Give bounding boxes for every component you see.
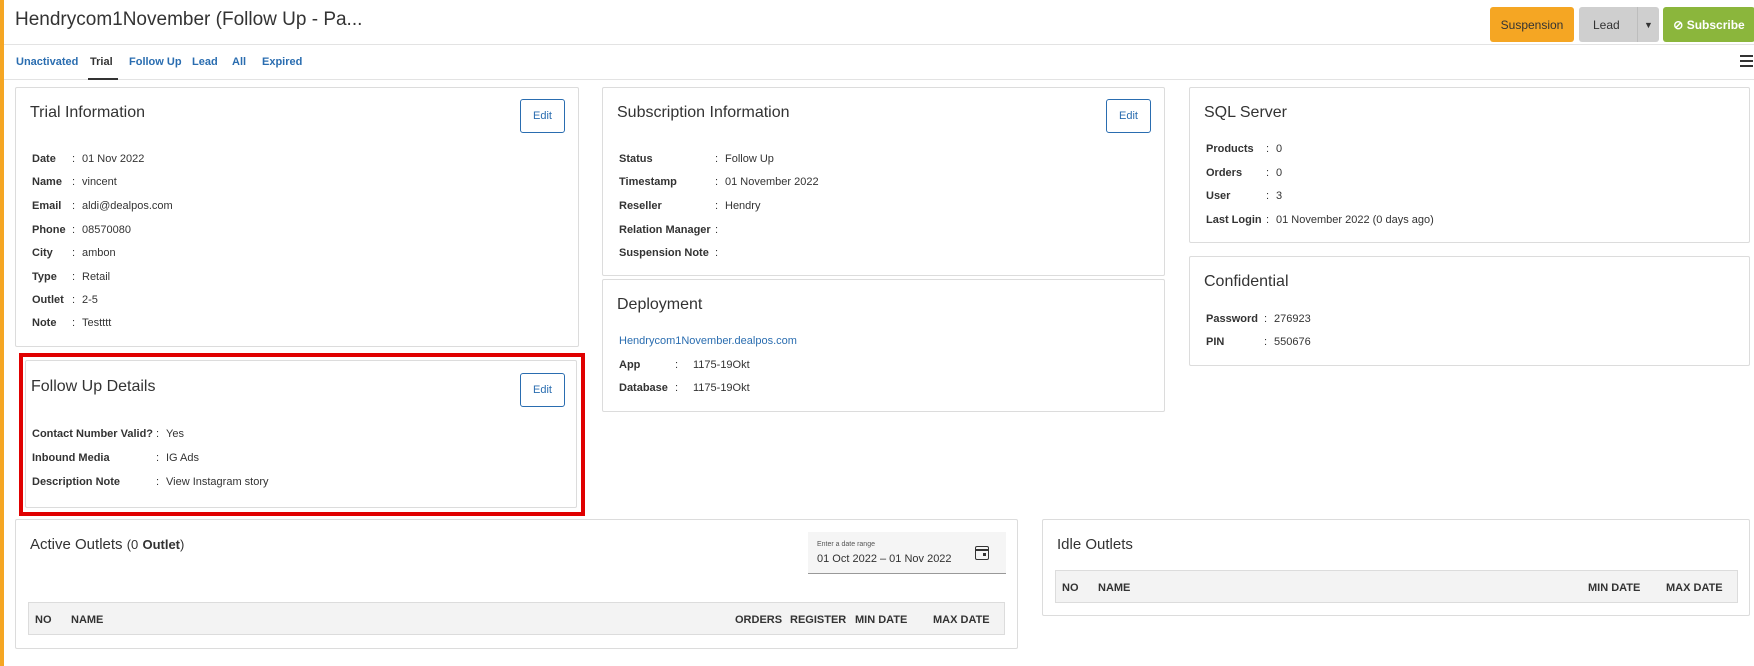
- subscribe-label: Subscribe: [1686, 17, 1745, 32]
- column-header[interactable]: REGISTER: [790, 614, 846, 626]
- trial-edit-button[interactable]: Edit: [520, 99, 565, 133]
- info-row: Products:0: [1206, 143, 1283, 155]
- date-range-picker[interactable]: Enter a date range 01 Oct 2022 – 01 Nov …: [808, 532, 1006, 574]
- info-row: Orders:0: [1206, 167, 1283, 179]
- check-circle-icon: ⊘: [1673, 17, 1684, 32]
- sql-server-title: SQL Server: [1204, 104, 1287, 121]
- idle-outlets-table-header: NO NAME MIN DATE MAX DATE: [1055, 570, 1738, 603]
- lead-dropdown-toggle[interactable]: ▼: [1637, 7, 1659, 42]
- info-row: Date:01 Nov 2022: [32, 153, 145, 165]
- column-header[interactable]: MAX DATE: [1666, 582, 1723, 594]
- active-outlets-table-header: NO NAME ORDERS REGISTER MIN DATE MAX DAT…: [28, 602, 1005, 635]
- column-header[interactable]: NAME: [1098, 582, 1130, 594]
- info-row: Suspension Note:: [619, 247, 719, 259]
- info-row: Type: Retail: [32, 271, 111, 283]
- suspension-button[interactable]: Suspension: [1490, 7, 1574, 42]
- info-row: Phone:08570080: [32, 224, 131, 236]
- active-outlets-title: Active Outlets (0 Outlet): [30, 536, 185, 553]
- trial-information-card: Trial Information Edit Date:01 Nov 2022 …: [15, 87, 579, 347]
- confidential-title: Confidential: [1204, 273, 1289, 290]
- deployment-card: Deployment Hendrycom1November.dealpos.co…: [602, 279, 1165, 412]
- tab-follow-up[interactable]: Follow Up: [129, 56, 182, 68]
- info-row: PIN:550676: [1206, 336, 1311, 348]
- tab-all[interactable]: All: [232, 56, 246, 68]
- confidential-card: Confidential Password:276923 PIN:550676: [1189, 256, 1750, 366]
- info-row: App:1175-19Okt: [619, 359, 750, 371]
- column-header[interactable]: NAME: [71, 614, 103, 626]
- subscription-information-title: Subscription Information: [617, 104, 790, 121]
- column-header[interactable]: MIN DATE: [855, 614, 907, 626]
- column-header[interactable]: NO: [1062, 582, 1079, 594]
- left-accent-bar: [0, 0, 4, 666]
- column-header[interactable]: MAX DATE: [933, 614, 990, 626]
- info-row: Name: vincent: [32, 176, 117, 188]
- info-row: Note: Testttt: [32, 317, 112, 329]
- status-tabs: Unactivated Trial Follow Up Lead All Exp…: [4, 45, 1754, 80]
- lead-button[interactable]: Lead: [1579, 7, 1637, 42]
- caret-down-icon: ▼: [1644, 19, 1653, 30]
- info-row: Timestamp:01 November 2022: [619, 176, 819, 188]
- info-row: Relation Manager:: [619, 224, 719, 236]
- info-row: Outlet:2-5: [32, 294, 98, 306]
- subscribe-button[interactable]: ⊘ Subscribe: [1663, 7, 1754, 42]
- deployment-url-link[interactable]: Hendrycom1November.dealpos.com: [619, 335, 797, 347]
- tab-unactivated[interactable]: Unactivated: [16, 56, 78, 68]
- active-tab-indicator: [88, 78, 118, 80]
- deployment-title: Deployment: [617, 296, 703, 313]
- subscription-edit-button[interactable]: Edit: [1106, 99, 1151, 133]
- page-header: Hendrycom1November (Follow Up - Pa... Su…: [4, 0, 1754, 45]
- info-row: User:3: [1206, 190, 1283, 202]
- subscription-information-card: Subscription Information Edit Status: Fol…: [602, 87, 1165, 276]
- page-title: Hendrycom1November (Follow Up - Pa...: [15, 9, 363, 30]
- info-row: City: ambon: [32, 247, 116, 259]
- tab-lead[interactable]: Lead: [192, 56, 218, 68]
- info-row: Email: aldi@dealpos.com: [32, 200, 173, 212]
- info-row: Status: Follow Up: [619, 153, 774, 165]
- menu-icon[interactable]: [1740, 55, 1753, 67]
- info-row: Reseller: Hendry: [619, 200, 761, 212]
- info-row: Password:276923: [1206, 313, 1311, 325]
- idle-outlets-card: Idle Outlets NO NAME MIN DATE MAX DATE: [1042, 519, 1750, 616]
- column-header[interactable]: NO: [35, 614, 52, 626]
- highlight-annotation-box: [19, 353, 585, 516]
- sql-server-card: SQL Server Products:0 Orders:0 User:3 La…: [1189, 87, 1750, 243]
- calendar-icon[interactable]: [975, 546, 989, 560]
- info-row: Last Login:01 November 2022 (0 days ago): [1206, 214, 1434, 226]
- tab-trial[interactable]: Trial: [90, 56, 113, 68]
- date-range-value: 01 Oct 2022 – 01 Nov 2022: [817, 553, 952, 565]
- column-header[interactable]: MIN DATE: [1588, 582, 1640, 594]
- trial-information-title: Trial Information: [30, 104, 145, 121]
- info-row: Database:1175-19Okt: [619, 382, 750, 394]
- tab-expired[interactable]: Expired: [262, 56, 302, 68]
- date-range-hint: Enter a date range: [817, 541, 875, 548]
- idle-outlets-title: Idle Outlets: [1057, 536, 1133, 553]
- column-header[interactable]: ORDERS: [735, 614, 782, 626]
